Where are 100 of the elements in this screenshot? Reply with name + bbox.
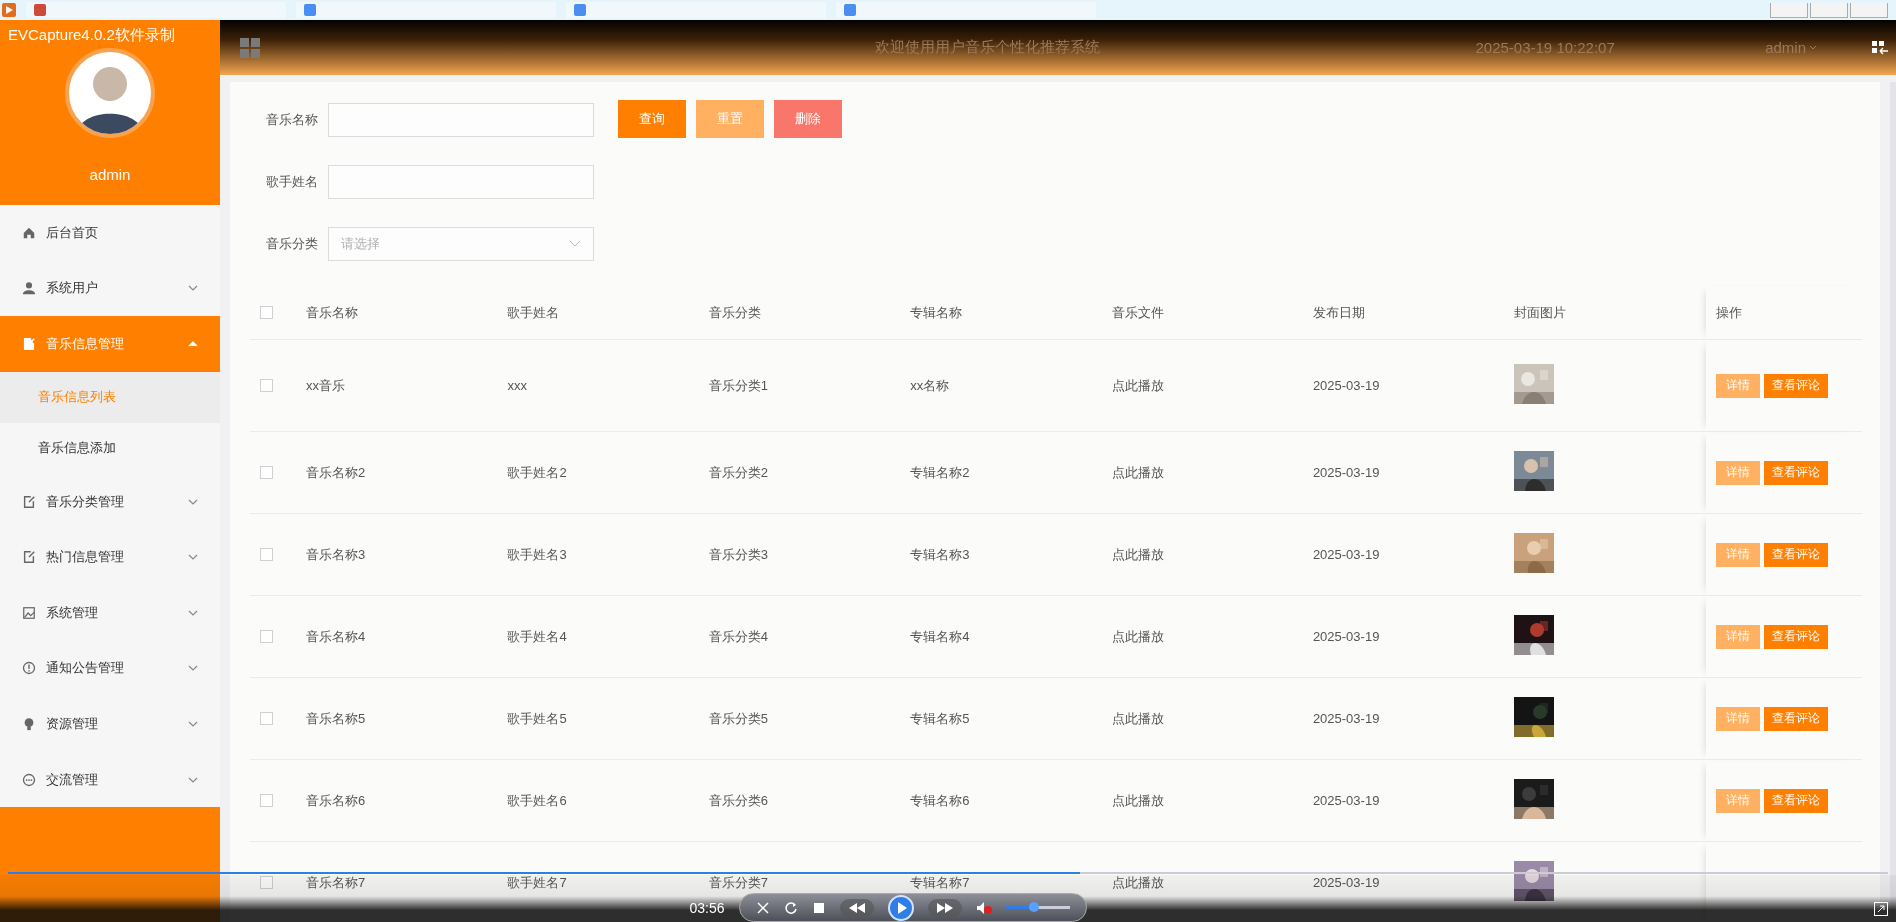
details-button[interactable]: 详情	[1715, 788, 1760, 813]
input-field[interactable]	[328, 103, 594, 137]
action-button[interactable]: 删除	[774, 100, 842, 138]
user-menu[interactable]: admin	[1765, 39, 1817, 56]
system-title: 欢迎使用用户音乐个性化推荐系统	[874, 38, 1102, 57]
table-cell: 音乐分类6	[708, 792, 769, 808]
menu-item[interactable]: 系统用户	[0, 260, 220, 317]
table-cell: 音乐分类4	[708, 628, 769, 644]
table-cell: 音乐分类7	[708, 874, 769, 890]
table-cell: 音乐名称7	[306, 874, 366, 890]
play-link[interactable]: 点此播放	[1111, 792, 1164, 808]
menu-item[interactable]: 音乐分类管理	[0, 473, 220, 530]
minimize-button[interactable]	[1770, 2, 1808, 18]
details-button[interactable]: 详情	[1715, 542, 1760, 567]
checkbox[interactable]	[260, 379, 273, 392]
app-icon	[2, 3, 16, 17]
checkbox[interactable]	[260, 712, 273, 725]
table-cell: 2025-03-19	[1312, 629, 1380, 644]
edit-icon	[22, 337, 36, 351]
column-header: 封面图片	[1514, 304, 1567, 320]
comments-button[interactable]: 查看评论	[1763, 788, 1828, 813]
comments-button[interactable]: 查看评论	[1763, 706, 1828, 731]
close-button[interactable]	[1850, 2, 1888, 18]
field-label: 音乐分类	[265, 235, 318, 253]
user-icon	[22, 281, 36, 296]
play-link[interactable]: 点此播放	[1111, 874, 1164, 890]
comments-button[interactable]: 查看评论	[1763, 460, 1828, 485]
table-cell: 歌手姓名2	[507, 464, 567, 480]
document-icon	[304, 4, 316, 16]
menu-item[interactable]: 通知公告管理	[0, 640, 220, 697]
field-label: 歌手姓名	[265, 173, 318, 191]
browser-tab[interactable]	[296, 2, 556, 18]
action-button[interactable]: 重置	[696, 100, 764, 138]
browser-tab[interactable]	[566, 2, 826, 18]
table-cell: 音乐分类2	[708, 464, 769, 480]
play-link[interactable]: 点此播放	[1111, 628, 1164, 644]
table-cell: 2025-03-19	[1312, 378, 1380, 393]
details-button[interactable]: 详情	[1715, 706, 1760, 731]
menu-item[interactable]: 后台首页	[0, 205, 220, 261]
table-cell: 歌手姓名4	[507, 628, 567, 644]
column-header: 音乐文件	[1111, 304, 1164, 320]
home-icon	[22, 225, 36, 240]
column-header: 音乐名称	[306, 304, 359, 320]
comments-button[interactable]: 查看评论	[1763, 542, 1828, 567]
repeat-icon[interactable]	[783, 900, 798, 915]
maximize-button[interactable]	[1810, 2, 1848, 18]
edit-icon	[22, 494, 36, 509]
submenu-item[interactable]: 音乐信息列表	[0, 371, 220, 423]
menu-item[interactable]: 系统管理	[0, 584, 220, 641]
rewind-icon[interactable]	[839, 898, 874, 917]
checkbox[interactable]	[260, 466, 273, 479]
table-cell: 专辑名称7	[910, 874, 970, 890]
table-cell: 歌手姓名6	[507, 792, 567, 808]
details-button[interactable]: 详情	[1715, 460, 1760, 485]
play-icon[interactable]	[887, 894, 914, 921]
table-cell: 专辑名称5	[910, 710, 970, 726]
table-cell: 音乐分类5	[708, 710, 769, 726]
comments-button[interactable]: 查看评论	[1763, 373, 1828, 398]
menu-item[interactable]: 音乐信息管理	[0, 316, 220, 372]
bulb-icon	[22, 716, 36, 731]
caret-icon	[1809, 44, 1817, 51]
fast-forward-icon[interactable]	[927, 898, 962, 917]
table-cell: 2025-03-19	[1312, 711, 1380, 726]
fullscreen-icon[interactable]	[1874, 902, 1888, 916]
browser-tab[interactable]	[836, 2, 1096, 18]
username: admin	[89, 166, 131, 183]
checkbox[interactable]	[260, 630, 273, 643]
checkbox[interactable]	[260, 548, 273, 561]
menu-item[interactable]: 热门信息管理	[0, 529, 220, 585]
mute-icon[interactable]	[975, 900, 992, 915]
play-link[interactable]: 点此播放	[1111, 710, 1164, 726]
table-cell: 2025-03-19	[1312, 547, 1380, 562]
collapse-icon	[1872, 40, 1888, 55]
table-cell: 专辑名称2	[910, 464, 970, 480]
select-field[interactable]: 请选择	[328, 227, 594, 261]
table-cell: 2025-03-19	[1312, 875, 1380, 890]
datetime: 2025-03-19 10:22:07	[1474, 39, 1616, 56]
action-button[interactable]: 查询	[618, 100, 686, 138]
stop-icon[interactable]	[811, 900, 826, 915]
column-header: 歌手姓名	[507, 304, 560, 320]
table-cell: 音乐名称3	[306, 546, 366, 562]
recorder-label: EVCapture4.0.2软件录制	[8, 26, 175, 45]
input-field[interactable]	[328, 165, 594, 199]
playback-time: 03:56	[689, 899, 725, 916]
menu-item[interactable]: 交流管理	[0, 751, 220, 808]
submenu-item[interactable]: 音乐信息添加	[0, 422, 220, 474]
browser-tab[interactable]	[26, 2, 286, 18]
info-icon	[22, 661, 36, 676]
menu-item[interactable]: 资源管理	[0, 696, 220, 752]
details-button[interactable]: 详情	[1715, 624, 1760, 649]
comments-button[interactable]: 查看评论	[1763, 624, 1828, 649]
checkbox[interactable]	[260, 876, 273, 889]
play-link[interactable]: 点此播放	[1111, 546, 1164, 562]
details-button[interactable]: 详情	[1715, 373, 1760, 398]
table-cell: 2025-03-19	[1312, 465, 1380, 480]
play-link[interactable]: 点此播放	[1111, 464, 1164, 480]
checkbox[interactable]	[260, 794, 273, 807]
play-link[interactable]: 点此播放	[1111, 377, 1164, 393]
table-cell: xxx	[507, 378, 527, 393]
checkbox[interactable]	[260, 306, 273, 319]
